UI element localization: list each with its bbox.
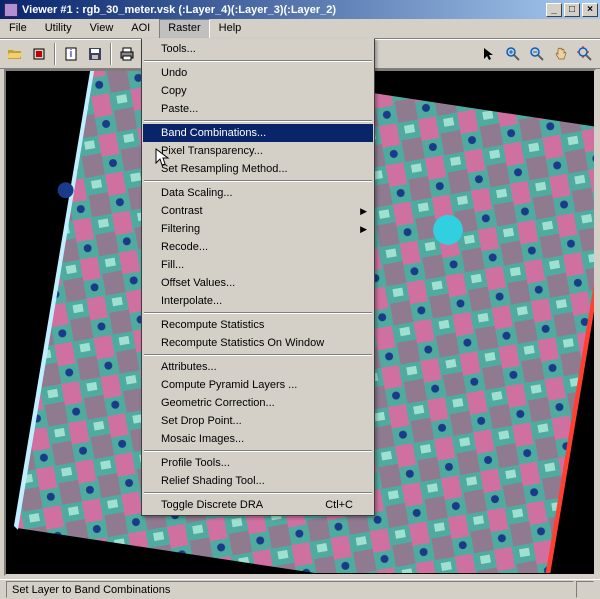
menu-item-label: Fill... — [161, 259, 184, 271]
menu-item-attributes[interactable]: Attributes... — [143, 358, 373, 376]
menu-item-label: Attributes... — [161, 361, 217, 373]
menu-item-profile-tools[interactable]: Profile Tools... — [143, 454, 373, 472]
menu-item-label: Undo — [161, 67, 187, 79]
menubar: File Utility View AOI Raster Help — [0, 19, 600, 39]
menu-item-label: Interpolate... — [161, 295, 222, 307]
menu-separator — [144, 312, 372, 314]
menu-item-compute-pyramid-layers[interactable]: Compute Pyramid Layers ... — [143, 376, 373, 394]
menu-item-pixel-transparency[interactable]: Pixel Transparency... — [143, 142, 373, 160]
menu-item-recompute-statistics[interactable]: Recompute Statistics — [143, 316, 373, 334]
menu-item-label: Geometric Correction... — [161, 397, 275, 409]
menu-separator — [144, 450, 372, 452]
window-title: Viewer #1 : rgb_30_meter.vsk (:Layer_4)(… — [22, 4, 546, 16]
menu-item-label: Contrast — [161, 205, 203, 217]
zoom-in-button[interactable] — [502, 43, 524, 65]
menu-aoi[interactable]: AOI — [122, 19, 159, 38]
menu-item-label: Filtering — [161, 223, 200, 235]
menu-separator — [144, 354, 372, 356]
menu-item-label: Paste... — [161, 103, 198, 115]
menu-item-contrast[interactable]: Contrast ▶ — [143, 202, 373, 220]
menu-item-label: Compute Pyramid Layers ... — [161, 379, 297, 391]
menu-item-label: Band Combinations... — [161, 127, 266, 139]
menu-help[interactable]: Help — [210, 19, 251, 38]
menu-item-label: Recompute Statistics On Window — [161, 337, 324, 349]
menu-item-filtering[interactable]: Filtering ▶ — [143, 220, 373, 238]
status-slot — [576, 581, 594, 598]
open-icon — [7, 46, 23, 62]
menu-item-label: Relief Shading Tool... — [161, 475, 265, 487]
disk-icon — [87, 46, 103, 62]
separator — [54, 43, 56, 65]
info-icon: i — [63, 46, 79, 62]
print-icon — [119, 46, 135, 62]
menu-item-data-scaling[interactable]: Data Scaling... — [143, 184, 373, 202]
menu-item-undo[interactable]: Undo — [143, 64, 373, 82]
menu-item-copy[interactable]: Copy — [143, 82, 373, 100]
zoom-in-icon — [505, 46, 521, 62]
menu-item-label: Data Scaling... — [161, 187, 233, 199]
menu-item-geometric-correction[interactable]: Geometric Correction... — [143, 394, 373, 412]
menu-item-paste[interactable]: Paste... — [143, 100, 373, 118]
maximize-button[interactable]: □ — [564, 3, 580, 17]
menu-separator — [144, 492, 372, 494]
menu-raster[interactable]: Raster — [159, 19, 209, 38]
roam-icon — [577, 46, 593, 62]
menu-item-mosaic-images[interactable]: Mosaic Images... — [143, 430, 373, 448]
layer-icon — [31, 46, 47, 62]
open-file-button[interactable] — [4, 43, 26, 65]
minimize-button[interactable]: _ — [546, 3, 562, 17]
roam-button[interactable] — [574, 43, 596, 65]
raster-dropdown: Tools... Undo Copy Paste... Band Combination… — [141, 38, 375, 516]
print-button[interactable] — [116, 43, 138, 65]
statusbar: Set Layer to Band Combinations — [0, 579, 600, 599]
menu-item-label: Set Drop Point... — [161, 415, 242, 427]
menu-item-label: Copy — [161, 85, 187, 97]
close-layer-button[interactable] — [28, 43, 50, 65]
menu-item-fill[interactable]: Fill... — [143, 256, 373, 274]
pan-icon — [553, 46, 569, 62]
info-button[interactable]: i — [60, 43, 82, 65]
menu-shortcut: Ctl+C — [325, 499, 353, 511]
pointer-tool-button[interactable] — [478, 43, 500, 65]
pan-button[interactable] — [550, 43, 572, 65]
menu-file[interactable]: File — [0, 19, 36, 38]
submenu-arrow-icon: ▶ — [360, 206, 367, 217]
menu-item-label: Mosaic Images... — [161, 433, 244, 445]
menu-item-band-combinations[interactable]: Band Combinations... — [143, 124, 373, 142]
menu-item-offset-values[interactable]: Offset Values... — [143, 274, 373, 292]
menu-item-interpolate[interactable]: Interpolate... — [143, 292, 373, 310]
menu-item-label: Toggle Discrete DRA — [161, 499, 263, 511]
menu-item-label: Recode... — [161, 241, 208, 253]
menu-utility[interactable]: Utility — [36, 19, 81, 38]
status-text: Set Layer to Band Combinations — [6, 581, 574, 598]
menu-item-relief-shading-tool[interactable]: Relief Shading Tool... — [143, 472, 373, 490]
menu-separator — [144, 120, 372, 122]
svg-text:i: i — [70, 48, 72, 60]
pointer-icon — [481, 46, 497, 62]
zoom-out-icon — [529, 46, 545, 62]
menu-item-set-resampling-method[interactable]: Set Resampling Method... — [143, 160, 373, 178]
menu-item-label: Recompute Statistics — [161, 319, 264, 331]
titlebar: Viewer #1 : rgb_30_meter.vsk (:Layer_4)(… — [0, 0, 600, 19]
menu-item-label: Profile Tools... — [161, 457, 230, 469]
close-button[interactable]: × — [582, 3, 598, 17]
separator — [110, 43, 112, 65]
menu-item-label: Set Resampling Method... — [161, 163, 288, 175]
menu-view[interactable]: View — [81, 19, 123, 38]
menu-item-toggle-discrete-dra[interactable]: Toggle Discrete DRA Ctl+C — [143, 496, 373, 514]
menu-item-label: Pixel Transparency... — [161, 145, 263, 157]
menu-item-recode[interactable]: Recode... — [143, 238, 373, 256]
save-button[interactable] — [84, 43, 106, 65]
zoom-out-button[interactable] — [526, 43, 548, 65]
menu-separator — [144, 60, 372, 62]
app-icon — [4, 3, 18, 17]
menu-separator — [144, 180, 372, 182]
menu-item-recompute-statistics-on-window[interactable]: Recompute Statistics On Window — [143, 334, 373, 352]
submenu-arrow-icon: ▶ — [360, 224, 367, 235]
menu-item-label: Offset Values... — [161, 277, 235, 289]
menu-item-tools[interactable]: Tools... — [143, 40, 373, 58]
menu-item-set-drop-point[interactable]: Set Drop Point... — [143, 412, 373, 430]
window-buttons: _ □ × — [546, 3, 598, 17]
menu-item-label: Tools... — [161, 43, 196, 55]
